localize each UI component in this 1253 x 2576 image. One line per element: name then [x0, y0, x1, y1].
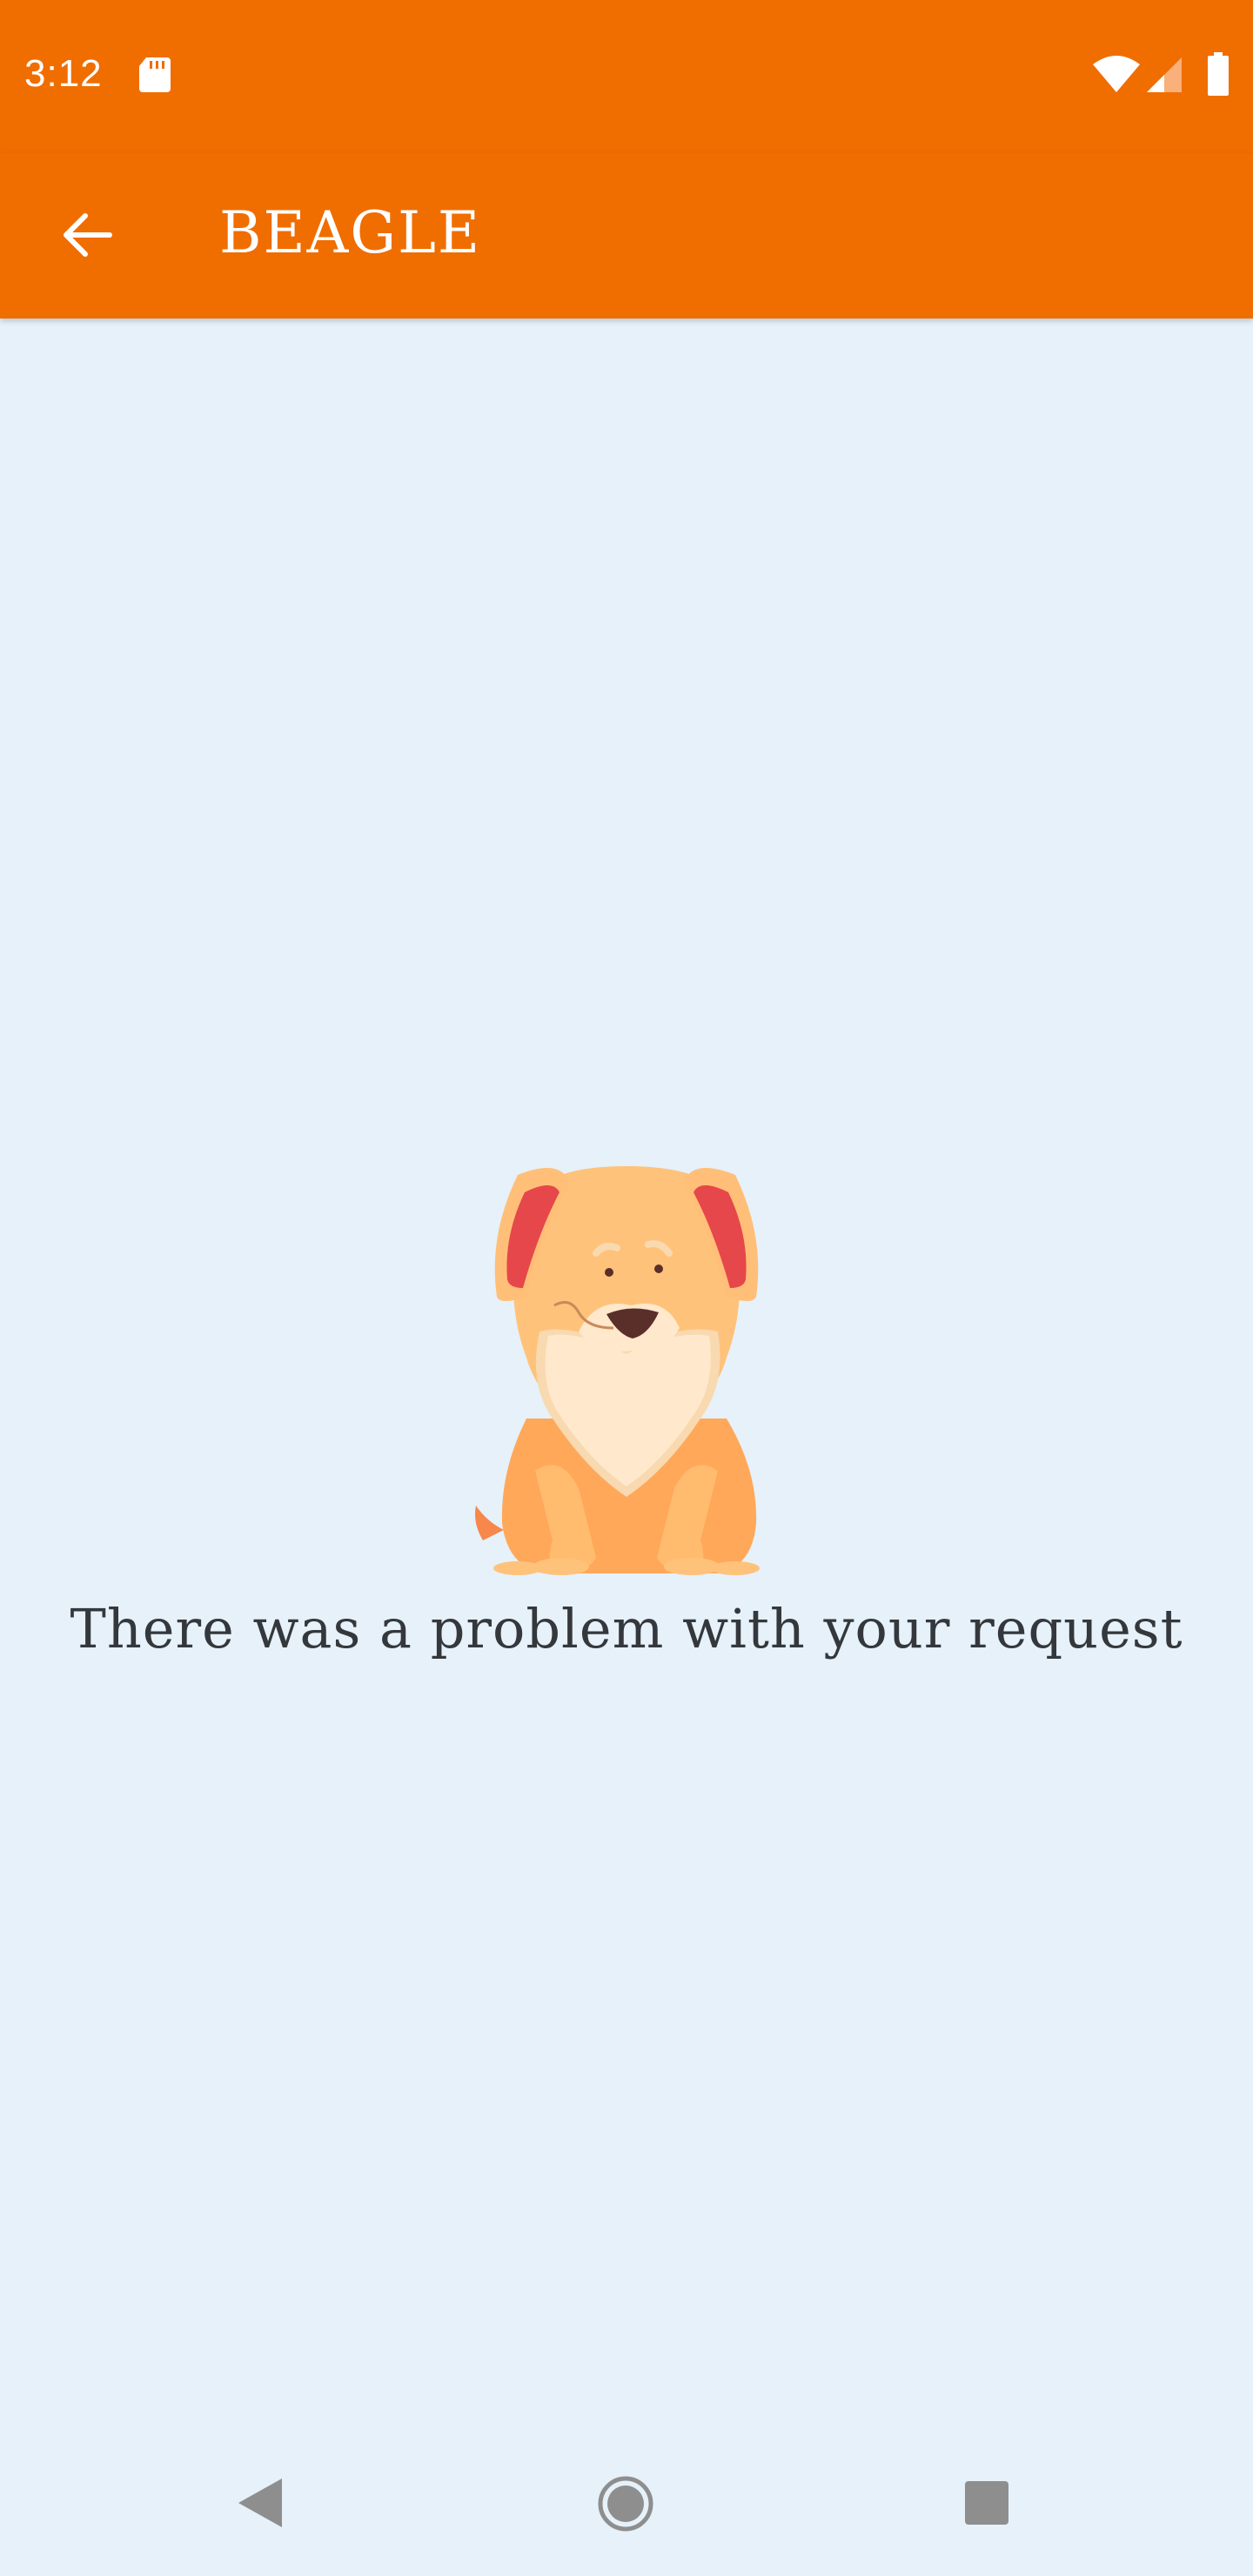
nav-recents-icon[interactable]	[964, 2480, 1009, 2526]
nav-home-icon[interactable]	[597, 2475, 654, 2532]
status-time: 3:12	[24, 52, 103, 95]
signal-icon	[1147, 57, 1182, 92]
arrow-back-icon	[64, 213, 112, 257]
battery-icon	[1208, 52, 1229, 96]
sad-dog-illustration	[475, 1166, 760, 1575]
page-title: BEAGLE	[219, 199, 482, 266]
nav-bar	[0, 2437, 1253, 2576]
app-bar: BEAGLE	[0, 153, 1253, 319]
back-button[interactable]	[44, 191, 131, 278]
wifi-icon	[1093, 56, 1140, 92]
nav-back-icon[interactable]	[235, 2475, 287, 2531]
sd-card-icon	[139, 57, 171, 92]
error-message: There was a problem with your request	[70, 1597, 1183, 1660]
status-bar: 3:12	[0, 0, 1253, 153]
